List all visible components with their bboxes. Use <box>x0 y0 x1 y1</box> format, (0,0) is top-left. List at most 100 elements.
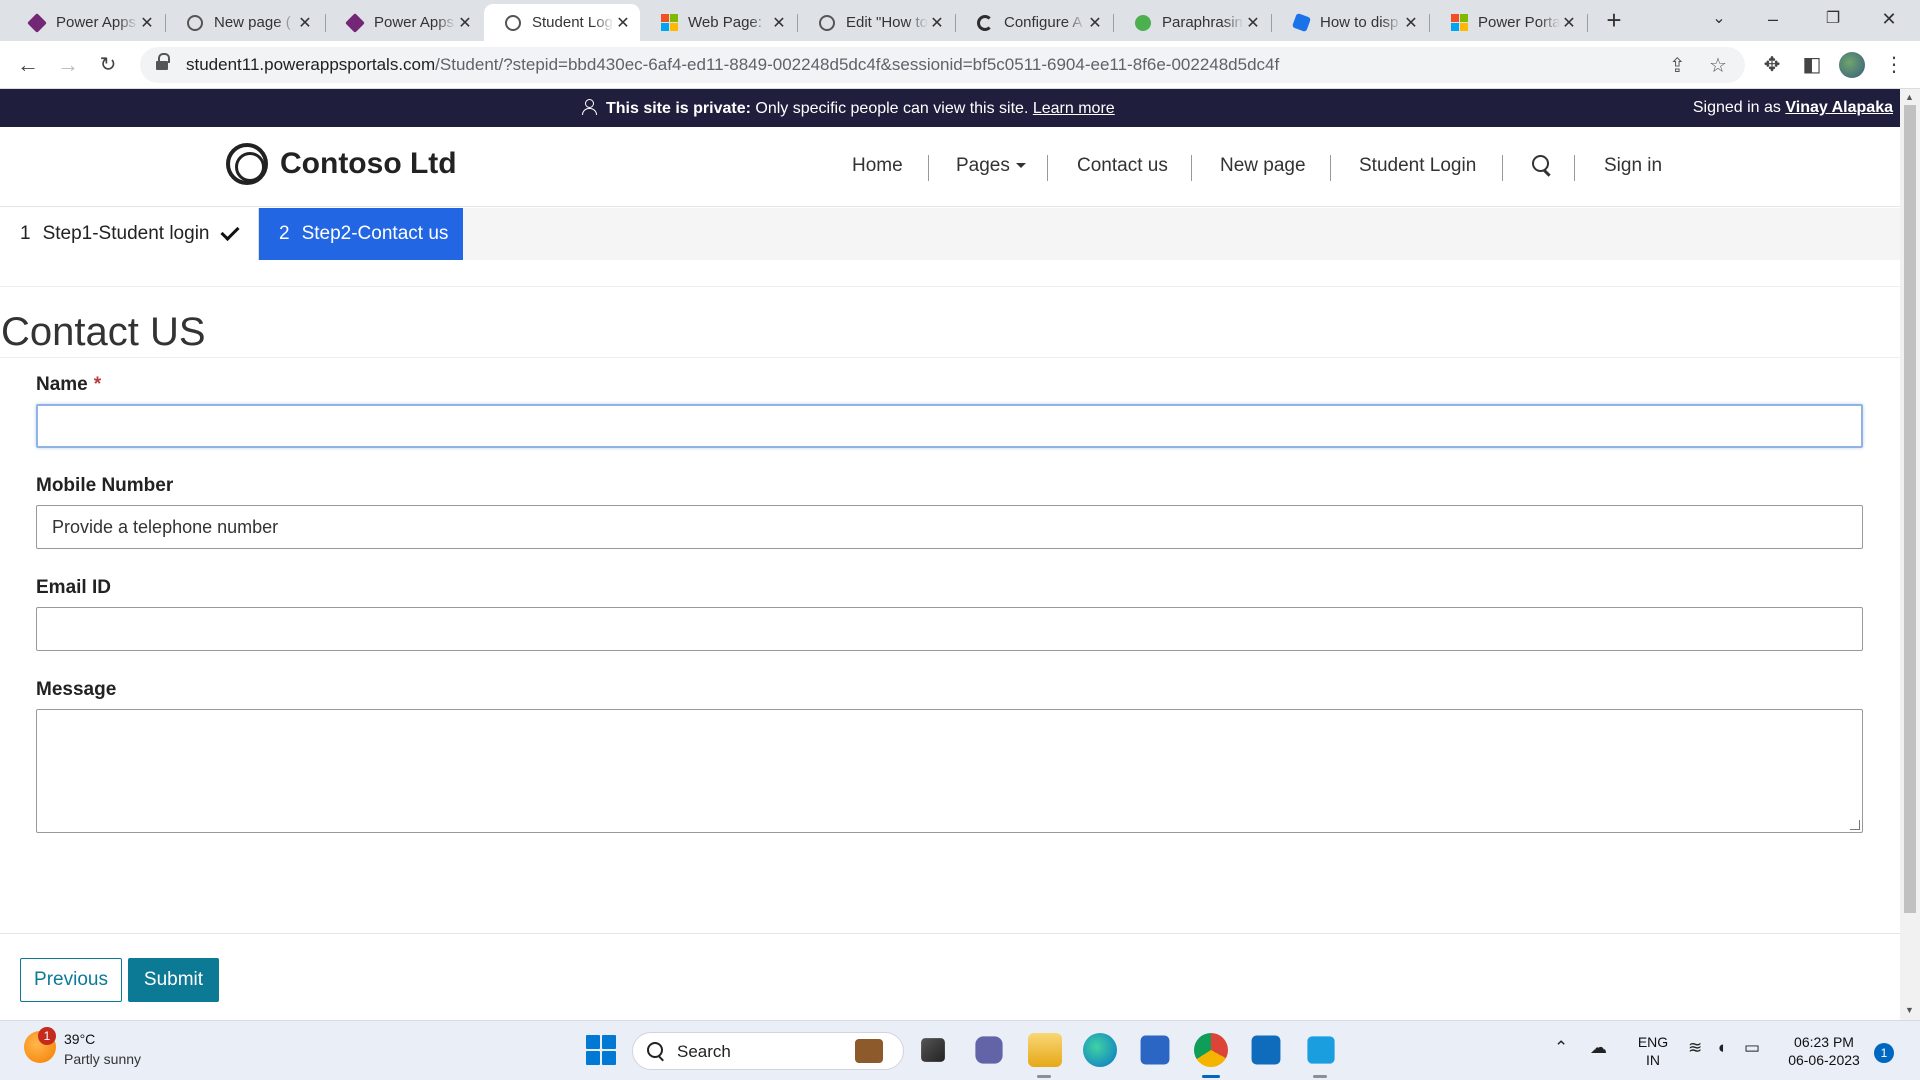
form-title: Contact US <box>1 310 206 354</box>
extensions-puzzle-icon[interactable]: ✥ <box>1758 51 1786 79</box>
notification-count-badge[interactable]: 1 <box>1874 1043 1894 1063</box>
tab-separator <box>1587 14 1588 32</box>
email-id-input[interactable] <box>36 607 1863 651</box>
globe-icon <box>504 14 522 32</box>
close-icon[interactable]: ✕ <box>1244 13 1262 33</box>
search-icon[interactable] <box>1532 155 1552 177</box>
share-icon[interactable]: ⇪ <box>1669 53 1686 78</box>
textarea-resize-handle[interactable] <box>1850 820 1860 830</box>
minimize-icon[interactable]: – <box>1750 4 1796 36</box>
scroll-up-arrow-icon[interactable]: ▲ <box>1905 92 1914 102</box>
close-icon[interactable]: ✕ <box>928 13 946 33</box>
step-number: 1 <box>20 223 31 244</box>
message-textarea[interactable] <box>36 709 1863 833</box>
site-header: Contoso Ltd Home Pages Contact us New pa… <box>0 127 1900 207</box>
back-arrow-icon[interactable]: ← <box>12 49 44 81</box>
signed-in-info: Signed in as Vinay Alapaka <box>1693 99 1893 117</box>
mail-icon[interactable] <box>1251 1035 1281 1065</box>
weather-temperature[interactable]: 39°C <box>64 1031 95 1047</box>
site-brand[interactable]: Contoso Ltd <box>226 143 457 185</box>
learn-more-link[interactable]: Learn more <box>1033 100 1115 117</box>
reload-icon[interactable]: ↻ <box>92 49 124 81</box>
browser-menu-icon[interactable]: ⋮ <box>1880 51 1908 79</box>
name-input[interactable] <box>36 404 1863 448</box>
taskbar-search-box[interactable]: Search <box>632 1032 904 1070</box>
browser-tab-web-page[interactable]: Web Page: ✕ <box>640 4 796 41</box>
nav-new-page[interactable]: New page <box>1220 155 1306 177</box>
browser-tab-configure[interactable]: Configure A ✕ <box>956 4 1112 41</box>
lock-icon[interactable] <box>156 53 170 71</box>
mobile-number-input[interactable] <box>36 505 1863 549</box>
task-view-icon[interactable] <box>921 1038 945 1062</box>
nav-separator <box>1191 155 1192 181</box>
tab-title: Student Log <box>532 14 613 31</box>
wifi-icon[interactable]: ≋ <box>1688 1038 1702 1058</box>
windows-start-icon[interactable] <box>584 1033 618 1067</box>
battery-icon[interactable]: ▭ <box>1744 1038 1760 1058</box>
signed-in-user-link[interactable]: Vinay Alapaka <box>1785 99 1893 116</box>
page-scrollbar[interactable]: ▲ ▼ <box>1900 89 1920 1020</box>
profile-avatar[interactable] <box>1839 52 1865 78</box>
browser-tab-student-login[interactable]: Student Log ✕ <box>484 4 640 41</box>
close-icon[interactable]: ✕ <box>614 13 632 33</box>
nav-student-login[interactable]: Student Login <box>1359 155 1476 177</box>
browser-tab-power-apps-2[interactable]: Power Apps ✕ <box>326 4 482 41</box>
microsoft-store-icon[interactable] <box>1140 1035 1170 1065</box>
window-close-icon[interactable]: ✕ <box>1866 4 1912 36</box>
tab-title: Power Apps <box>374 14 455 31</box>
lang-code: ENG <box>1637 1034 1669 1050</box>
file-explorer-icon[interactable] <box>1028 1033 1062 1067</box>
new-tab-button[interactable]: + <box>1599 6 1629 36</box>
close-icon[interactable]: ✕ <box>138 13 156 33</box>
browser-tab-power-apps-1[interactable]: Power Apps ✕ <box>8 4 164 41</box>
browser-tab-paraphrasing[interactable]: Paraphrasin ✕ <box>1114 4 1270 41</box>
chrome-browser-icon[interactable] <box>1194 1033 1228 1067</box>
show-hidden-icons-chevron-icon[interactable]: ⌃ <box>1554 1038 1568 1058</box>
globe-icon <box>818 14 836 32</box>
close-icon[interactable]: ✕ <box>296 13 314 33</box>
restore-icon[interactable]: ❐ <box>1810 4 1856 36</box>
address-bar[interactable]: student11.powerappsportals.com/Student/?… <box>140 47 1745 83</box>
close-icon[interactable]: ✕ <box>770 13 788 33</box>
nav-contact-us[interactable]: Contact us <box>1077 155 1168 177</box>
close-icon[interactable]: ✕ <box>1086 13 1104 33</box>
search-icon <box>647 1042 665 1062</box>
url-text[interactable]: student11.powerappsportals.com/Student/?… <box>186 55 1279 75</box>
private-people-icon <box>582 99 602 115</box>
edge-browser-icon[interactable] <box>1083 1033 1117 1067</box>
teams-chat-icon[interactable] <box>975 1036 1003 1064</box>
close-icon[interactable]: ✕ <box>1402 13 1420 33</box>
weather-description[interactable]: Partly sunny <box>64 1051 141 1067</box>
scrollbar-thumb[interactable] <box>1904 105 1916 913</box>
private-label: This site is private: <box>606 100 751 117</box>
clock-time: 06:23 PM <box>1794 1034 1854 1050</box>
close-icon[interactable]: ✕ <box>456 13 474 33</box>
browser-tab-how-to-display[interactable]: How to disp ✕ <box>1272 4 1428 41</box>
previous-button[interactable]: Previous <box>20 958 122 1002</box>
scroll-down-arrow-icon[interactable]: ▼ <box>1905 1005 1914 1015</box>
forward-arrow-icon[interactable]: → <box>52 49 84 81</box>
onedrive-offline-icon[interactable]: ☁ <box>1590 1038 1607 1058</box>
side-panel-icon[interactable]: ◧ <box>1798 51 1826 79</box>
browser-tab-new-page[interactable]: New page ( ✕ <box>166 4 322 41</box>
nav-pages[interactable]: Pages <box>956 155 1026 177</box>
browser-tab-edit-how-to[interactable]: Edit "How to ✕ <box>798 4 954 41</box>
tab-search-chevron-icon[interactable]: ⌄ <box>1696 4 1742 36</box>
tab-title: Paraphrasin <box>1162 14 1243 31</box>
nav-home[interactable]: Home <box>852 155 903 177</box>
name-label-text: Name <box>36 374 88 395</box>
notepad-icon[interactable] <box>1307 1036 1335 1064</box>
submit-button[interactable]: Submit <box>128 958 219 1002</box>
actions-divider <box>0 933 1900 934</box>
microsoft-icon <box>1450 14 1468 32</box>
nav-sign-in[interactable]: Sign in <box>1604 155 1662 177</box>
close-icon[interactable]: ✕ <box>1560 13 1578 33</box>
volume-icon[interactable]: ◖ <box>1716 1038 1726 1058</box>
bookmark-star-icon[interactable]: ☆ <box>1709 53 1727 78</box>
input-language-indicator[interactable]: ENG IN <box>1634 1033 1672 1069</box>
tab-title: Configure A <box>1004 14 1083 31</box>
browser-tab-power-portals[interactable]: Power Porta ✕ <box>1430 4 1586 41</box>
browser-tab-strip: Power Apps ✕ New page ( ✕ Power Apps ✕ S… <box>0 0 1920 41</box>
clock[interactable]: 06:23 PM 06-06-2023 <box>1780 1033 1868 1069</box>
lang-region: IN <box>1646 1052 1660 1068</box>
